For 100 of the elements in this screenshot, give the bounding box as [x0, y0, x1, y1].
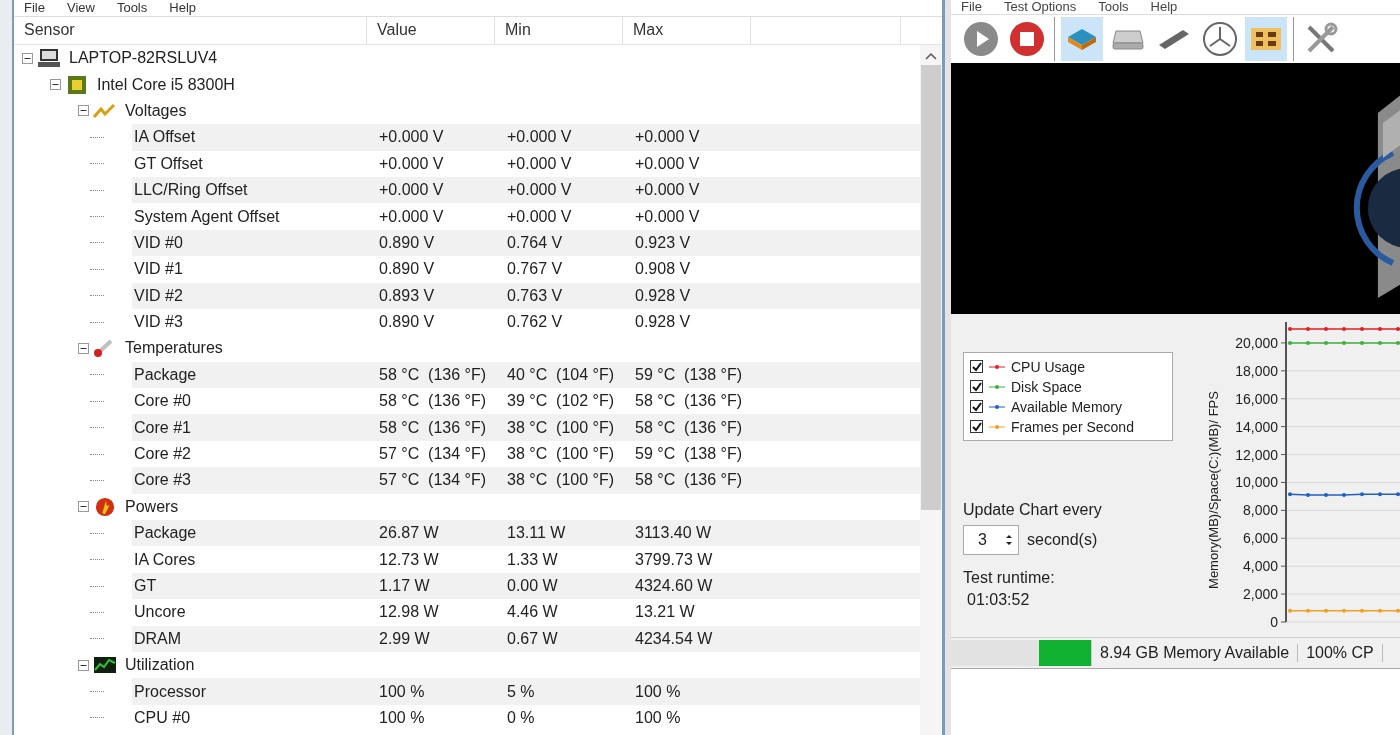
max-cell-text: 0.908 V: [634, 259, 692, 280]
tree-node-label[interactable]: Utilization: [125, 656, 195, 675]
interval-spinner[interactable]: 3: [963, 525, 1019, 555]
tick-label: 0: [1270, 614, 1278, 630]
toolbar-button[interactable]: [1245, 17, 1287, 61]
menu-item[interactable]: Tools: [116, 1, 148, 16]
toolbar-button[interactable]: [1061, 17, 1103, 61]
collapse-toggle-icon[interactable]: [50, 79, 61, 91]
sensor-label: CPU #0: [133, 707, 192, 728]
sensor-label: Core #0: [133, 391, 192, 412]
tick-label: 10,000: [1235, 474, 1278, 491]
sensor-label: Package: [132, 361, 367, 389]
column-header[interactable]: Min: [495, 17, 623, 44]
tick-label: 18,000: [1235, 362, 1278, 379]
value-cell: 0.890 V: [367, 229, 495, 257]
collapse-toggle-icon[interactable]: [78, 105, 89, 117]
chip-icon: [65, 74, 89, 95]
value-cell: 2.99 W: [367, 625, 495, 652]
min-cell: 0.763 V: [495, 282, 623, 309]
min-cell: 38 °C (100 °F): [495, 414, 623, 441]
max-cell: 0.923 V: [623, 229, 751, 257]
min-cell-text: 39 °C (102 °F): [506, 391, 616, 412]
legend-label: Disk Space: [1011, 378, 1082, 395]
min-cell: 0.00 W: [495, 572, 623, 600]
min-cell: 0.67 W: [495, 625, 623, 652]
value-cell: +0.000 V: [367, 124, 495, 151]
computer-icon: [37, 48, 61, 69]
min-cell-text: 0 %: [506, 707, 536, 728]
runtime-value: 01:03:52: [967, 591, 1031, 609]
menu-item[interactable]: File: [961, 0, 982, 14]
value-cell-text: 0.890 V: [378, 312, 436, 333]
collapse-toggle-icon[interactable]: [78, 659, 89, 671]
min-cell-text: +0.000 V: [506, 153, 573, 174]
gauge-icon: [1202, 21, 1238, 57]
max-cell: 58 °C (136 °F): [623, 414, 751, 441]
tree-node-label[interactable]: Temperatures: [125, 339, 223, 358]
sensor-label: Package: [132, 520, 367, 547]
max-cell: 0.928 V: [623, 282, 751, 309]
tick-label: 12,000: [1235, 446, 1278, 463]
column-header[interactable]: Max: [623, 17, 751, 44]
play-icon: [963, 21, 999, 57]
tick-label: 4,000: [1242, 558, 1278, 575]
column-header[interactable]: Value: [367, 17, 495, 44]
collapse-toggle-icon[interactable]: [78, 343, 89, 354]
tree-node-label[interactable]: Voltages: [125, 101, 187, 120]
max-cell: 58 °C (136 °F): [623, 467, 751, 494]
sensor-label: Core #2: [133, 444, 192, 465]
tick-label: 8,000: [1242, 502, 1278, 519]
scroll-up-icon[interactable]: [925, 51, 937, 61]
min-cell-text: +0.000 V: [506, 206, 573, 227]
tree-node-label[interactable]: Intel Core i5 8300H: [97, 75, 235, 94]
collapse-toggle-icon[interactable]: [78, 501, 89, 513]
min-cell: +0.000 V: [495, 124, 623, 151]
max-cell-text: 58 °C (136 °F): [634, 391, 744, 412]
value-cell: +0.000 V: [367, 176, 495, 204]
max-cell-text: +0.000 V: [634, 206, 701, 227]
tree-node-label[interactable]: Powers: [125, 497, 179, 516]
legend-label: Available Memory: [1011, 398, 1122, 415]
min-cell-text: 0.767 V: [506, 259, 564, 280]
value-cell-text: +0.000 V: [378, 153, 445, 174]
tick-label: 16,000: [1235, 390, 1278, 407]
legend-label: CPU Usage: [1011, 358, 1085, 375]
tick-label: 20,000: [1235, 334, 1278, 351]
menu-item[interactable]: Test Options: [1003, 0, 1077, 14]
sensor-label: VID #0: [132, 229, 367, 257]
min-cell-text: 1.33 W: [506, 549, 559, 570]
legend-label: Frames per Second: [1011, 418, 1134, 435]
min-cell: 0.764 V: [495, 229, 623, 257]
checkbox[interactable]: [970, 420, 983, 433]
scroll-thumb[interactable]: [921, 65, 941, 510]
menu-item[interactable]: File: [24, 1, 45, 16]
column-header[interactable]: Sensor: [14, 17, 367, 44]
max-cell: 59 °C (138 °F): [623, 361, 751, 389]
flame-icon: [93, 496, 117, 517]
value-cell-text: 57 °C (134 °F): [378, 444, 488, 465]
sensor-label: LLC/Ring Offset: [132, 176, 367, 204]
menu-item[interactable]: Tools: [1098, 0, 1129, 14]
max-cell-text: 13.21 W: [634, 602, 696, 623]
min-cell-text: 38 °C (100 °F): [506, 444, 616, 465]
sensor-label: DRAM: [132, 625, 367, 652]
min-cell: 13.11 W: [495, 520, 623, 547]
sensor-label: VID #3: [133, 312, 184, 333]
memory-status: 8.94 GB Memory Available: [1092, 644, 1299, 662]
min-cell-text: 0.762 V: [506, 312, 564, 333]
max-cell-text: 59 °C (138 °F): [634, 444, 744, 465]
value-cell-text: 58 °C (136 °F): [378, 391, 488, 412]
checkbox[interactable]: [970, 380, 983, 393]
checkbox[interactable]: [970, 360, 983, 373]
checkbox[interactable]: [970, 400, 983, 413]
menu-item[interactable]: Help: [1150, 0, 1178, 14]
menu-item[interactable]: View: [66, 1, 95, 16]
sensor-label: GT: [132, 572, 367, 600]
scrollbar[interactable]: [920, 45, 942, 735]
max-cell-text: +0.000 V: [634, 153, 701, 174]
value-cell: 26.87 W: [367, 520, 495, 547]
sensor-label: Core #1: [132, 414, 367, 441]
max-cell: 4234.54 W: [623, 625, 751, 652]
collapse-toggle-icon[interactable]: [22, 52, 33, 64]
menu-item[interactable]: Help: [169, 1, 196, 16]
tree-node-label[interactable]: LAPTOP-82RSLUV4: [69, 49, 218, 68]
